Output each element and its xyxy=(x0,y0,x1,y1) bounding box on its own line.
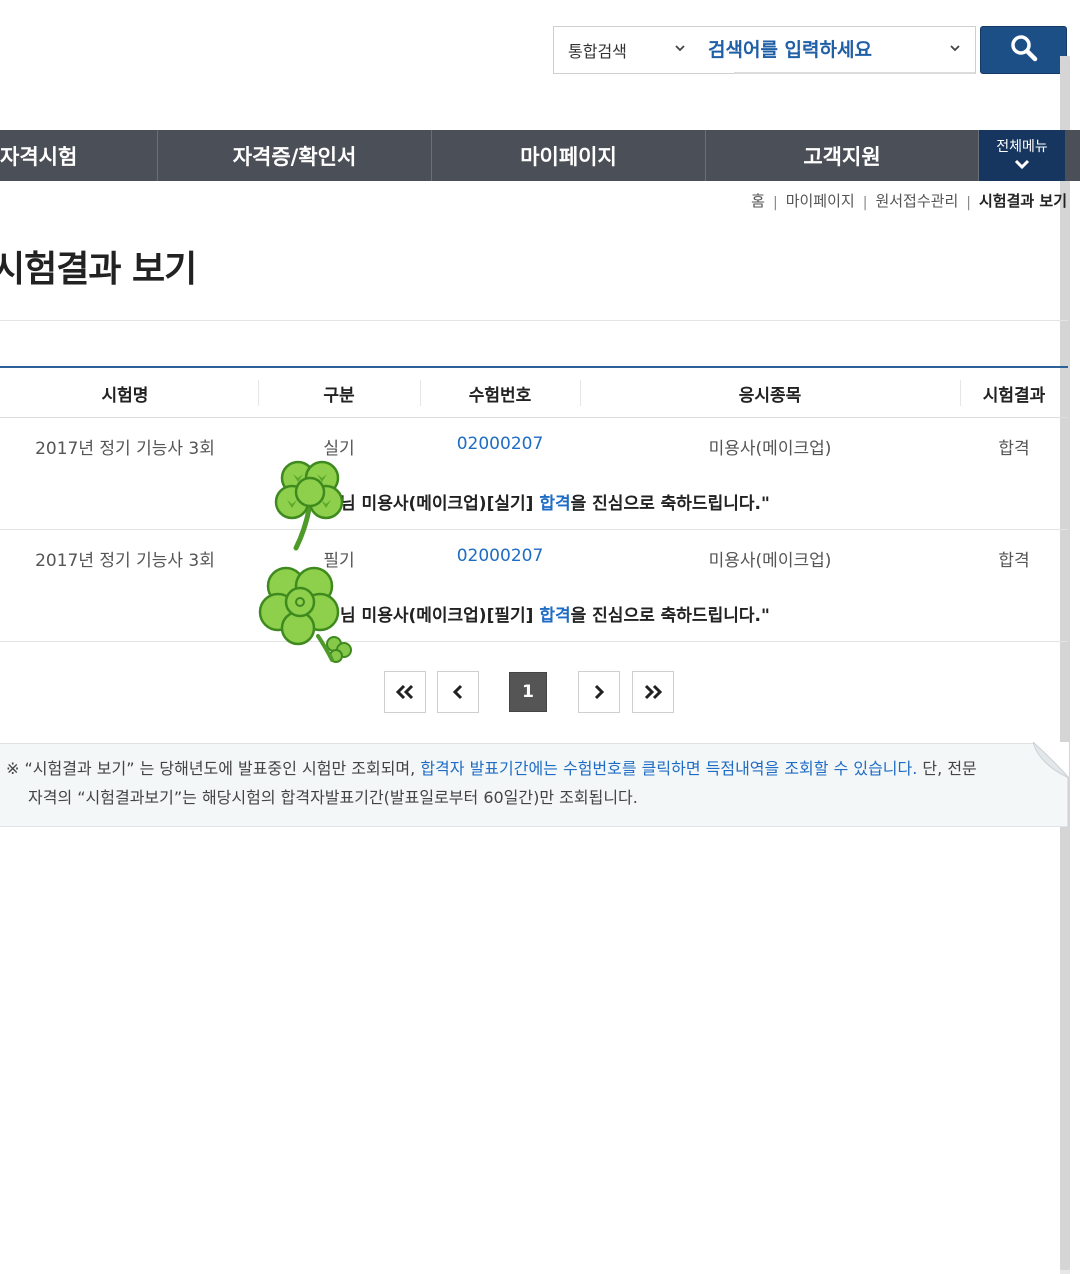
notice-line-2: 자격의 “시험결과보기”는 해당시험의 합격자발표기간(발표일로부터 60일간)… xyxy=(28,788,638,807)
nav-item-mypage[interactable]: 마이페이지 xyxy=(432,130,706,181)
page-scrollbar[interactable] xyxy=(1060,56,1070,1274)
first-page-button[interactable] xyxy=(384,671,426,713)
table-header: 시험명 구분 수험번호 응시종목 시험결과 xyxy=(0,368,1068,418)
nav-item-certificate[interactable]: 자격증/확인서 xyxy=(158,130,432,181)
congrats-suffix: 을 진심으로 축하드립니다." xyxy=(570,606,770,626)
page-curl-icon xyxy=(1033,742,1069,778)
cell-subject: 미용사(메이크업) xyxy=(708,551,832,571)
double-chevron-right-icon xyxy=(644,684,663,700)
magnifier-icon xyxy=(1009,33,1039,67)
all-menu-button[interactable]: 전체메뉴 xyxy=(979,130,1065,181)
cell-exam-name: 2017년 정기 기능사 3회 xyxy=(35,551,215,571)
header-result: 시험결과 xyxy=(982,385,1046,406)
cell-exam-name: 2017년 정기 기능사 3회 xyxy=(35,439,215,459)
header-subject: 응시종목 xyxy=(738,385,802,406)
search-button[interactable] xyxy=(980,26,1067,74)
congrats-highlight: 합격 xyxy=(539,606,571,626)
next-page-button[interactable] xyxy=(578,671,620,713)
double-chevron-left-icon xyxy=(395,684,414,700)
congrats-message: 님 미용사(메이크업)[실기] 합격을 진심으로 축하드립니다." xyxy=(340,489,770,514)
nav-item-label: 자격증/확인서 xyxy=(232,144,357,169)
notice-box: ※ “시험결과 보기” 는 당해년도에 발표중인 시험만 조회되며, 합격자 발… xyxy=(0,742,1069,827)
nav-item-label: 자격시험 xyxy=(0,144,78,169)
exam-number-link[interactable]: 02000207 xyxy=(420,546,580,566)
nav-item-label: 마이페이지 xyxy=(520,144,617,169)
search-underline xyxy=(734,72,975,74)
all-menu-label: 전체메뉴 xyxy=(996,139,1048,155)
notice-text: 단, 전문 xyxy=(917,759,977,778)
congrats-prefix: 님 미용사(메이크업)[실기] xyxy=(340,494,540,514)
divider xyxy=(0,320,1068,321)
header-type: 구분 xyxy=(323,385,355,406)
breadcrumb-mypage[interactable]: 마이페이지 xyxy=(786,190,855,211)
scrollbar-thumb[interactable] xyxy=(1060,56,1070,1270)
exam-number-link[interactable]: 02000207 xyxy=(420,434,580,454)
notice-text: “시험결과 보기” 는 당해년도에 발표중인 시험만 조회되며, xyxy=(24,759,421,778)
chevron-left-icon xyxy=(452,684,463,700)
nav-item-support[interactable]: 고객지원 xyxy=(706,130,979,181)
row-divider xyxy=(0,641,1068,642)
header-exam-name: 시험명 xyxy=(101,385,149,406)
notice-mark: ※ xyxy=(6,759,20,778)
four-leaf-clover-icon xyxy=(274,460,344,551)
prev-page-button[interactable] xyxy=(437,671,479,713)
page-1-button[interactable]: 1 xyxy=(509,672,547,712)
nav-item-label: 고객지원 xyxy=(803,144,881,169)
congrats-message: 님 미용사(메이크업)[필기] 합격을 진심으로 축하드립니다." xyxy=(340,601,770,626)
cell-result: 합격 xyxy=(998,551,1030,571)
breadcrumb: 홈 | 마이페이지 | 원서접수관리 | 시험결과 보기 xyxy=(751,190,1067,211)
breadcrumb-separator: | xyxy=(862,194,868,211)
notice-highlight: 합격자 발표기간에는 수험번호를 클릭하면 득점내역을 조회할 수 있습니다. xyxy=(420,759,918,778)
cell-subject: 미용사(메이크업) xyxy=(708,439,832,459)
congrats-suffix: 을 진심으로 축하드립니다." xyxy=(570,494,770,514)
search-category-select[interactable]: 통합검색 xyxy=(554,27,698,73)
chevron-down-icon xyxy=(674,40,686,58)
search-input[interactable] xyxy=(698,27,975,73)
breadcrumb-home[interactable]: 홈 xyxy=(751,190,765,211)
breadcrumb-application[interactable]: 원서접수관리 xyxy=(875,190,958,211)
four-leaf-clover-icon xyxy=(258,566,352,663)
notice-line-1: ※ “시험결과 보기” 는 당해년도에 발표중인 시험만 조회되며, 합격자 발… xyxy=(6,759,977,778)
search-category-label: 통합검색 xyxy=(568,42,627,61)
search-bar: 통합검색 xyxy=(553,26,976,74)
chevron-right-icon xyxy=(594,684,605,700)
last-page-button[interactable] xyxy=(632,671,674,713)
cell-result: 합격 xyxy=(998,439,1030,459)
breadcrumb-current: 시험결과 보기 xyxy=(978,192,1067,210)
row-divider xyxy=(0,529,1068,530)
page-title: 시험결과 보기 xyxy=(0,249,197,290)
congrats-prefix: 님 미용사(메이크업)[필기] xyxy=(340,606,540,626)
congrats-highlight: 합격 xyxy=(539,494,571,514)
nav-item-exam[interactable]: 자격시험 xyxy=(0,130,158,181)
chevron-down-icon[interactable] xyxy=(949,40,961,58)
chevron-down-icon xyxy=(979,158,1065,174)
main-nav: 자격시험 자격증/확인서 마이페이지 고객지원 전체메뉴 xyxy=(0,130,1080,181)
breadcrumb-separator: | xyxy=(966,194,971,211)
header-exam-number: 수험번호 xyxy=(468,385,532,406)
breadcrumb-separator: | xyxy=(772,194,778,211)
